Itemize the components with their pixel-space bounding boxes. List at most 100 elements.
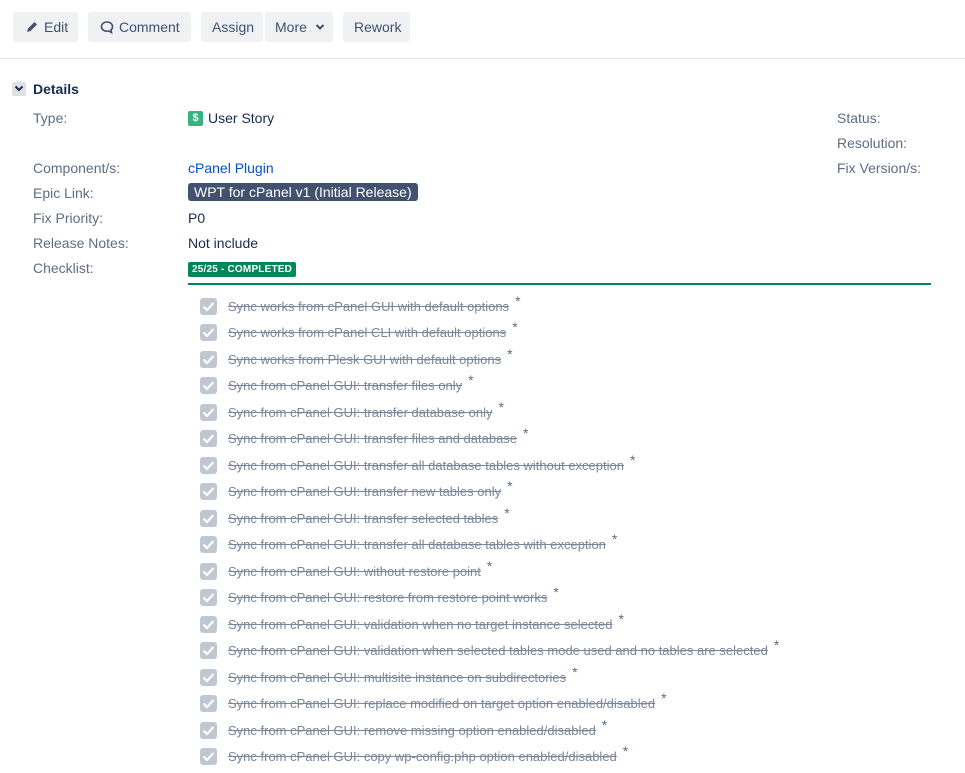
checkmark-icon [202,434,215,444]
epic-link-lozenge[interactable]: WPT for cPanel v1 (Initial Release) [188,183,418,201]
checklist-item-text: Sync from cPanel GUI: validation when no… [228,617,613,632]
checkmark-icon [202,355,215,365]
epic-link-label: Epic Link: [33,185,94,201]
mandatory-star: * [486,558,493,574]
assign-button[interactable]: Assign [201,12,263,42]
checkbox[interactable] [200,563,217,580]
checkmark-icon [202,567,215,577]
checklist-item-text: Sync from cPanel GUI: transfer files and… [228,431,518,446]
checkmark-icon [202,726,215,736]
checkbox[interactable] [200,536,217,553]
mandatory-star: * [507,478,513,494]
mandatory-star: * [515,293,521,309]
collapse-toggle[interactable] [12,82,26,96]
checklist-item-text: Sync from cPanel GUI: transfer new table… [228,484,502,499]
checklist-item-text: Sync from cPanel GUI: multisite instance… [228,670,567,685]
checkmark-icon [202,699,215,709]
checkbox[interactable] [200,669,217,686]
checklist-progress-bar [188,283,931,285]
checklist-item-text: Sync from cPanel GUI: without restore po… [228,564,481,579]
checkbox[interactable] [200,430,217,447]
type-value: User Story [208,110,275,126]
checkbox[interactable] [200,457,217,474]
comment-button[interactable]: Comment [88,12,191,42]
checkbox[interactable] [200,722,217,739]
mandatory-star: * [498,399,504,415]
checklist-item-text: Sync from cPanel GUI: transfer database … [228,405,493,420]
story-icon: $ [188,111,203,126]
checkbox[interactable] [200,748,217,765]
checklist-progress-badge: 25/25 - COMPLETED [188,262,297,277]
resolution-label: Resolution: [837,135,908,151]
checkbox[interactable] [200,483,217,500]
rework-button[interactable]: Rework [343,12,410,42]
checklist-item-text: Sync from cPanel GUI: transfer all datab… [228,537,606,552]
status-label: Status: [837,110,881,126]
mandatory-star: * [468,372,474,388]
mandatory-star: * [611,531,618,547]
checkbox[interactable] [200,510,217,527]
checkbox[interactable] [200,589,217,606]
type-label: Type: [33,110,68,126]
mandatory-star: * [629,452,636,468]
checkmark-icon [202,540,215,550]
checkmark-icon [202,487,215,497]
checkmark-icon [202,514,215,524]
checkbox[interactable] [200,324,217,341]
checkbox[interactable] [200,298,217,315]
pencil-icon [27,22,37,32]
more-button-label: More [275,19,307,35]
checklist-item-text: Sync works from cPanel CLI with default … [228,325,507,340]
mandatory-star: * [572,664,578,680]
checklist-item-text: Sync from cPanel GUI: transfer all datab… [228,458,624,473]
checkbox[interactable] [200,616,217,633]
fix-priority-label: Fix Priority: [33,210,103,226]
fix-priority-value: P0 [188,210,206,226]
release-notes-label: Release Notes: [33,235,129,251]
checkmark-icon [202,461,215,471]
component-label: Component/s: [33,160,121,176]
checkmark-icon [202,593,215,603]
checkbox[interactable] [200,642,217,659]
mandatory-star: * [512,319,518,335]
mandatory-star: * [507,346,513,362]
checkmark-icon [202,673,215,683]
comment-icon [100,21,114,34]
checkmark-icon [202,752,215,762]
checkbox[interactable] [200,404,217,421]
checklist-item-text: Sync from cPanel GUI: replace modified o… [228,696,656,711]
checklist-item-text: Sync from cPanel GUI: validation when se… [228,643,768,658]
mandatory-star: * [523,425,529,441]
mandatory-star: * [622,743,629,759]
checkmark-icon [202,620,215,630]
checklist-item-text: Sync from cPanel GUI: transfer selected … [228,511,499,526]
checkmark-icon [202,328,215,338]
checklist-item-text: Sync from cPanel GUI: remove missing opt… [228,723,596,738]
mandatory-star: * [601,717,608,733]
checklist-item-text: Sync from cPanel GUI: copy wp-config.php… [228,749,617,764]
mandatory-star: * [504,505,510,521]
release-notes-value: Not include [188,235,259,251]
checkmark-icon [202,646,215,656]
details-title: Details [33,81,79,97]
checkbox[interactable] [200,377,217,394]
checkmark-icon [202,381,215,391]
chevron-down-icon [14,85,24,92]
checklist-item-text: Sync from cPanel GUI: restore from resto… [228,590,548,605]
assign-button-label: Assign [212,19,255,35]
component-link[interactable]: cPanel Plugin [188,160,274,176]
checkbox[interactable] [200,351,217,368]
checklist-label: Checklist: [33,260,94,276]
checkbox[interactable] [200,695,217,712]
more-button[interactable]: More [265,12,333,42]
action-toolbar: Edit Comment Assign More Rework [0,0,965,59]
mandatory-star: * [661,690,667,706]
checklist-item-text: Sync works from Plesk GUI with default o… [228,352,502,367]
edit-button[interactable]: Edit [13,12,78,42]
mandatory-star: * [773,637,780,653]
checklist-item-text: Sync from cPanel GUI: transfer files onl… [228,378,463,393]
mandatory-star: * [618,611,624,627]
fix-version-label: Fix Version/s: [837,160,922,176]
checkmark-icon [202,408,215,418]
comment-button-label: Comment [119,19,180,35]
